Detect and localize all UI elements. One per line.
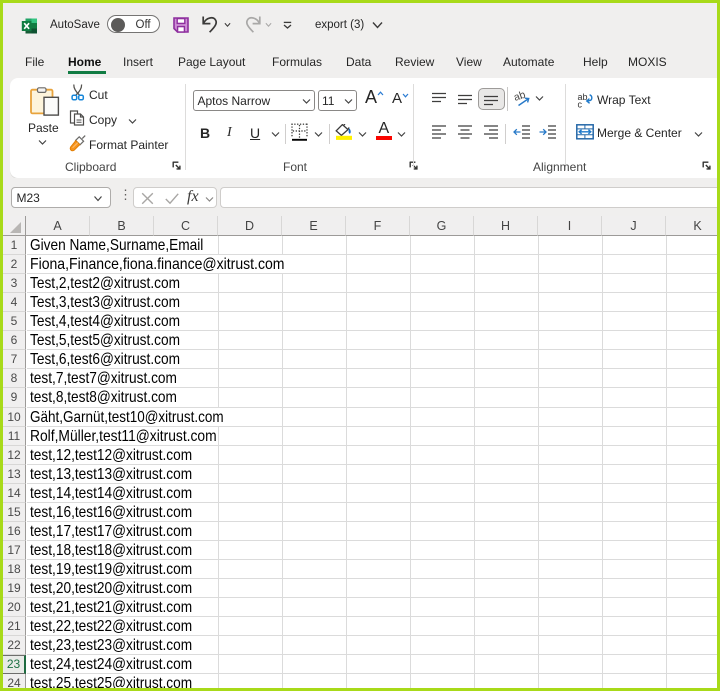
svg-text:c: c [578,99,583,109]
